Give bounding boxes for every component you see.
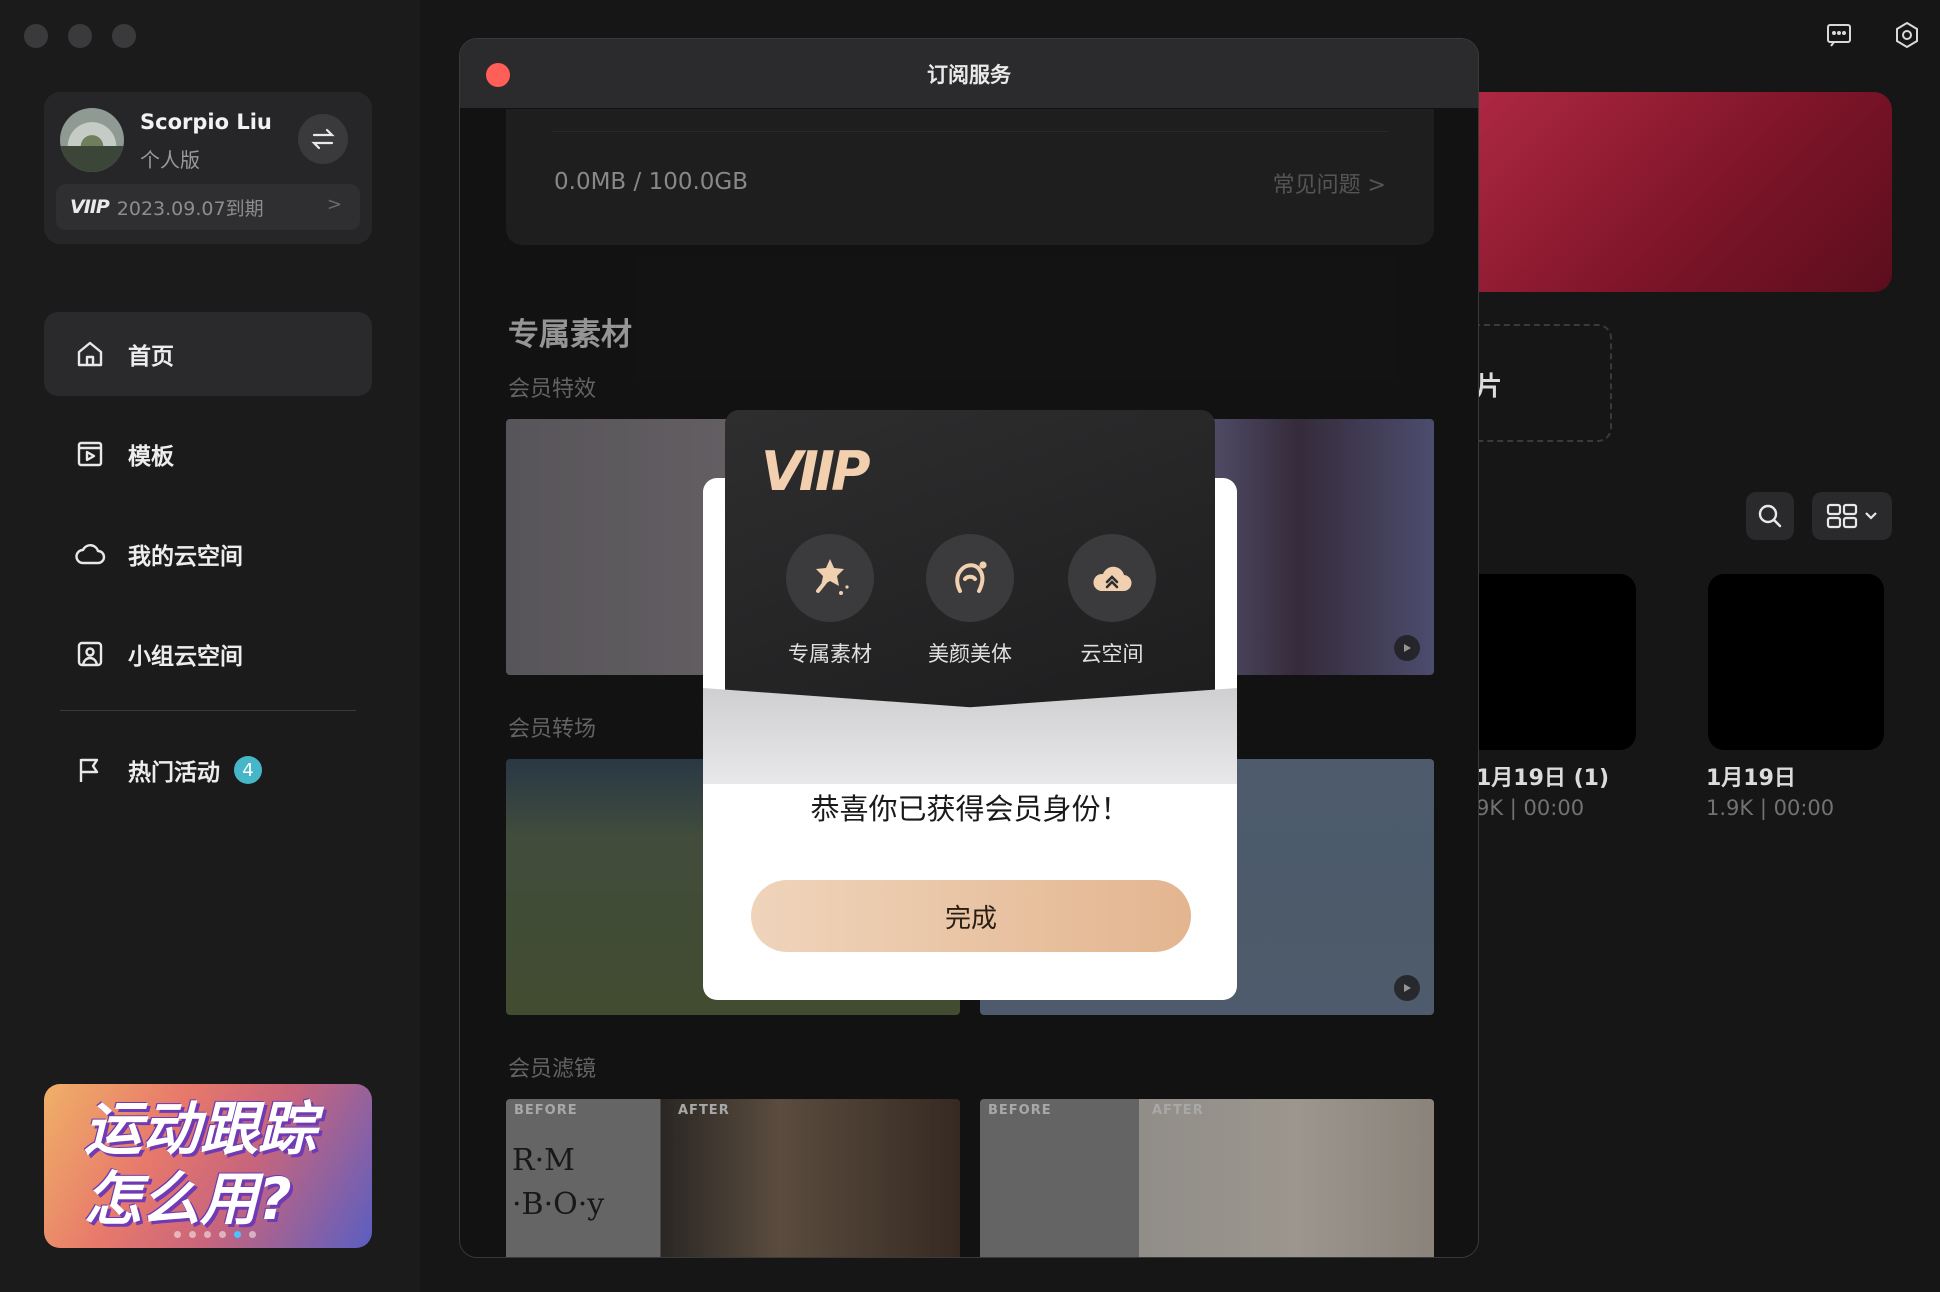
view-mode-button[interactable] (1812, 492, 1892, 540)
switch-icon (311, 128, 335, 150)
project-title: 1月19日 (1706, 766, 1796, 791)
nav-divider (60, 710, 356, 711)
hero-banner[interactable] (1440, 92, 1892, 292)
chevron-right-icon: > (326, 194, 342, 215)
subscription-titlebar: 订阅服务 (460, 39, 1478, 109)
sidebar-item-home[interactable]: 首页 (44, 312, 372, 396)
feature-cloud-space: 云空间 (1037, 534, 1187, 668)
template-icon (77, 441, 103, 467)
feature-label: 美颜美体 (928, 642, 1012, 666)
promo-text: 运动跟踪 怎么用? (84, 1095, 317, 1233)
feature-beauty: 美颜美体 (895, 534, 1045, 668)
home-icon (77, 341, 103, 367)
subscription-title: 订阅服务 (927, 62, 1011, 87)
vip-status-bar[interactable]: VIIP 2023.09.07到期 > (56, 184, 360, 230)
feature-icon-circle (1068, 534, 1156, 622)
carousel-dot[interactable] (249, 1231, 256, 1238)
chevron-down-icon (1865, 512, 1877, 520)
sidebar-item-activity[interactable]: 热门活动 4 (44, 730, 372, 810)
subscription-close-button[interactable] (486, 63, 510, 87)
window-close-button[interactable] (24, 24, 48, 48)
search-icon (1758, 504, 1782, 528)
carousel-dot-active[interactable] (234, 1231, 241, 1238)
carousel-dots[interactable] (174, 1231, 256, 1238)
carousel-dot[interactable] (174, 1231, 181, 1238)
sidebar-item-team-cloud[interactable]: 小组云空间 (44, 612, 372, 696)
carousel-dot[interactable] (204, 1231, 211, 1238)
team-cloud-icon (77, 641, 103, 667)
vip-expire-date: 2023.09.07到期 (116, 197, 264, 220)
window-controls (24, 24, 136, 48)
sidebar: Scorpio Liu 个人版 VIIP 2023.09.07到期 > 首页 模… (0, 0, 420, 1292)
switch-account-button[interactable] (298, 114, 348, 164)
project-thumbnail[interactable] (1708, 574, 1884, 750)
congrats-message: 恭喜你已获得会员身份！ (810, 792, 1130, 826)
cloud-icon (75, 544, 106, 565)
settings-icon[interactable] (1892, 20, 1922, 50)
avatar[interactable] (60, 108, 124, 172)
feature-exclusive-materials: 专属素材 (755, 534, 905, 668)
sidebar-item-label: 小组云空间 (128, 644, 243, 670)
project-title: 1月19日 (1) (1476, 766, 1609, 791)
project-thumbnail[interactable] (1460, 574, 1636, 750)
vip-congrats-dialog: VIIP 专属素材 美颜美体 云空间 恭喜你已获得会员身份！ 完成 (703, 410, 1237, 1000)
top-toolbar (1824, 20, 1922, 50)
flag-icon (79, 758, 99, 782)
user-card[interactable]: Scorpio Liu 个人版 VIIP 2023.09.07到期 > (44, 92, 372, 244)
magic-star-icon (816, 559, 849, 595)
cloud-upload-icon (1093, 566, 1132, 592)
user-plan: 个人版 (140, 148, 200, 172)
window-minimize-button[interactable] (68, 24, 92, 48)
activity-count-badge: 4 (234, 756, 262, 784)
carousel-dot[interactable] (219, 1231, 226, 1238)
sidebar-item-label: 首页 (128, 344, 174, 370)
beauty-icon (955, 561, 987, 593)
sidebar-item-label: 模板 (128, 444, 174, 470)
vip-logo: VIIP (761, 440, 871, 503)
search-button[interactable] (1746, 492, 1794, 540)
create-card-label: 片 (1476, 372, 1503, 402)
feature-label: 专属素材 (788, 642, 872, 666)
done-button[interactable]: 完成 (751, 880, 1191, 952)
grid-view-icon (1826, 503, 1858, 529)
sidebar-item-label: 热门活动 (128, 760, 220, 786)
feature-icon-circle (926, 534, 1014, 622)
project-meta: 1.9K | 00:00 (1706, 796, 1835, 820)
feature-label: 云空间 (1080, 642, 1144, 666)
project-meta: 9K | 00:00 (1476, 796, 1585, 820)
feature-icon-circle (786, 534, 874, 622)
vip-card: VIIP 专属素材 美颜美体 云空间 (725, 410, 1215, 720)
user-name: Scorpio Liu (140, 110, 272, 134)
sidebar-item-label: 我的云空间 (128, 544, 243, 570)
window-zoom-button[interactable] (112, 24, 136, 48)
sidebar-item-template[interactable]: 模板 (44, 412, 372, 496)
promo-banner[interactable]: 运动跟踪 怎么用? (44, 1084, 372, 1248)
vip-logo: VIIP (70, 196, 110, 218)
feedback-icon[interactable] (1824, 20, 1854, 50)
sidebar-nav: 首页 模板 我的云空间 小组云空间 (44, 312, 372, 712)
carousel-dot[interactable] (189, 1231, 196, 1238)
sidebar-item-my-cloud[interactable]: 我的云空间 (44, 512, 372, 596)
